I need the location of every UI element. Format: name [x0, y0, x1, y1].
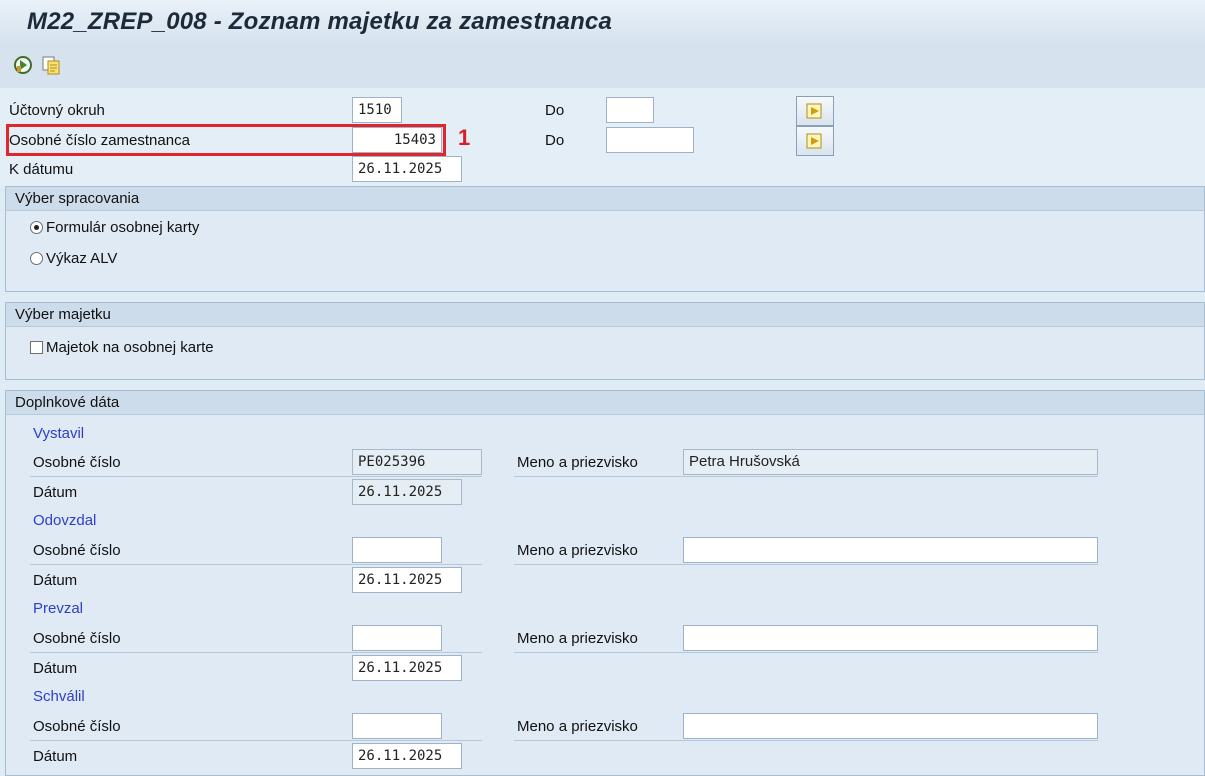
full-name-label: Meno a priezvisko: [517, 542, 638, 559]
processing-section-header: Výber spracovania: [5, 186, 1205, 210]
divider: [514, 740, 1098, 741]
full-name-label: Meno a priezvisko: [517, 454, 638, 471]
handed-over-personal-number-field[interactable]: [352, 537, 442, 563]
company-code-field[interactable]: 1510: [352, 97, 402, 123]
page-title: M22_ZREP_008 - Zoznam majetku za zamestn…: [27, 8, 613, 35]
date-label: Dátum: [33, 484, 78, 501]
group-title-issued: Vystavil: [33, 425, 85, 442]
divider: [514, 476, 1098, 477]
copy-variant-icon[interactable]: [40, 54, 62, 76]
application-toolbar: [0, 46, 1205, 89]
radio-label: Formulár osobnej karty: [46, 219, 200, 236]
radio-alv-report[interactable]: [30, 252, 43, 265]
multiple-selection-icon: [806, 133, 822, 149]
handed-over-full-name-field[interactable]: [683, 537, 1098, 563]
radio-label: Výkaz ALV: [46, 250, 118, 267]
asset-on-card-checkbox[interactable]: [30, 341, 43, 354]
divider: [30, 652, 482, 653]
checkbox-label: Majetok na osobnej karte: [46, 339, 214, 356]
company-code-label: Účtovný okruh: [9, 102, 105, 119]
handed-over-date-field[interactable]: 26.11.2025: [352, 567, 462, 593]
radio-personal-card-form[interactable]: [30, 221, 43, 234]
key-date-label: K dátumu: [9, 161, 74, 178]
issued-full-name-field: Petra Hrušovská: [683, 449, 1098, 475]
key-date-field[interactable]: 26.11.2025: [352, 156, 462, 182]
personal-number-label: Osobné číslo: [33, 630, 121, 647]
personal-number-label: Osobné číslo: [33, 454, 121, 471]
employee-number-to-field[interactable]: [606, 127, 694, 153]
execute-icon[interactable]: [12, 54, 34, 76]
received-personal-number-field[interactable]: [352, 625, 442, 651]
issued-personal-number-field: PE025396: [352, 449, 482, 475]
issued-date-field: 26.11.2025: [352, 479, 462, 505]
group-title-approved: Schválil: [33, 688, 85, 705]
date-label: Dátum: [33, 660, 78, 677]
received-full-name-field[interactable]: [683, 625, 1098, 651]
divider: [30, 564, 482, 565]
full-name-label: Meno a priezvisko: [517, 718, 638, 735]
personal-number-label: Osobné číslo: [33, 542, 121, 559]
multiple-selection-button[interactable]: [796, 96, 834, 126]
multiple-selection-icon: [806, 103, 822, 119]
multiple-selection-button[interactable]: [796, 126, 834, 156]
personal-number-label: Osobné číslo: [33, 718, 121, 735]
received-date-field[interactable]: 26.11.2025: [352, 655, 462, 681]
divider: [30, 476, 482, 477]
divider: [514, 564, 1098, 565]
group-title-received: Prevzal: [33, 600, 84, 617]
extra-data-section-header: Doplnkové dáta: [5, 390, 1205, 414]
group-title-handed-over: Odovzdal: [33, 512, 97, 529]
approved-date-field[interactable]: 26.11.2025: [352, 743, 462, 769]
highlight-box: [6, 124, 446, 156]
divider: [30, 740, 482, 741]
date-label: Dátum: [33, 748, 78, 765]
company-code-to-field[interactable]: [606, 97, 654, 123]
date-label: Dátum: [33, 572, 78, 589]
callout-marker: 1: [458, 125, 471, 150]
assets-section-header: Výber majetku: [5, 302, 1205, 326]
employee-number-to-label: Do: [545, 132, 565, 149]
company-code-to-label: Do: [545, 102, 565, 119]
divider: [514, 652, 1098, 653]
full-name-label: Meno a priezvisko: [517, 630, 638, 647]
approved-personal-number-field[interactable]: [352, 713, 442, 739]
approved-full-name-field[interactable]: [683, 713, 1098, 739]
